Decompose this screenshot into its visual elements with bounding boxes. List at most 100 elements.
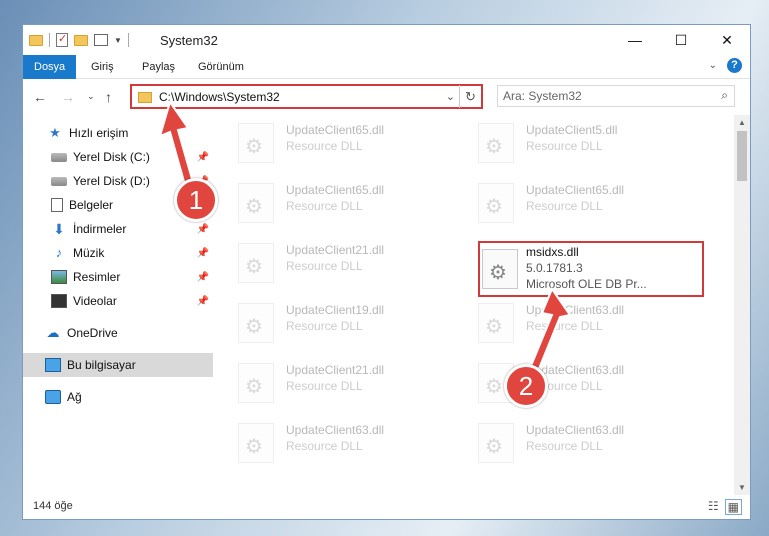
file-item[interactable]: UpdateClient5.dll Resource DLL [454,115,674,173]
dll-file-icon [478,303,514,343]
expand-ribbon-icon[interactable]: ⌄ [709,60,717,71]
document-icon [51,198,63,212]
file-name: UpdateClient65.dll [286,183,385,197]
scroll-thumb[interactable] [737,131,747,181]
sidebar-item-label: Ağ [67,390,82,404]
up-arrow-icon[interactable]: ↑ [105,89,112,105]
file-description: Resource DLL [526,199,603,213]
vertical-scrollbar[interactable]: ▲ ▼ [734,115,750,495]
details-view-icon[interactable]: ☷ [708,499,719,515]
file-item[interactable]: UpdateClient21.dll Resource DLL [214,355,434,413]
file-name: UpdateClient63.dll [286,423,385,437]
file-item[interactable]: UpdateClient19.dll Resource DLL [214,295,434,353]
sidebar-item-network[interactable]: Ağ [23,385,213,409]
tab-giris[interactable]: Giriş [91,55,114,79]
dll-file-icon [238,423,274,463]
dll-file-icon [238,303,274,343]
pin-icon[interactable]: 📌 [197,272,209,283]
scroll-up-icon[interactable]: ▲ [734,118,750,127]
file-item[interactable]: UpdateClient65.dll Resource DLL [454,175,674,233]
dll-file-icon [238,363,274,403]
chevron-down-icon[interactable]: ▼ [114,36,122,45]
file-item[interactable]: UpdateClient63.dll Resource DLL [214,415,434,473]
search-placeholder[interactable]: Ara: System32 [503,89,582,103]
recent-locations-icon[interactable]: ⌄ [87,91,95,102]
sidebar-item-videos[interactable]: Videolar 📌 [23,289,213,313]
chevron-down-icon[interactable]: ⌄ [446,90,455,103]
star-icon: ★ [49,125,61,140]
file-name: msidxs.dll [526,245,579,259]
drive-icon [51,176,67,186]
file-item[interactable]: UpdateClient65.dll Resource DLL [214,175,434,233]
tab-paylas[interactable]: Paylaş [142,55,175,79]
properties-check-icon[interactable] [56,32,68,47]
file-name: UpdateClient19.dll [286,303,385,317]
sidebar-item-label: Resimler [73,270,121,284]
sidebar-item-label: Müzik [73,246,105,260]
refresh-icon[interactable]: ↻ [459,85,481,108]
computer-icon [45,358,61,372]
sidebar-item-onedrive[interactable]: ☁ OneDrive [23,321,213,345]
file-item[interactable]: UpdateClient21.dll Resource DLL [214,235,434,293]
divider [49,33,50,47]
navigation-bar: ← → ⌄ ↑ C:\Windows\System32 ⌄ ↻ Ara: Sys… [23,81,750,113]
tab-gorunum[interactable]: Görünüm [198,55,244,79]
explorer-window: ▼ System32 — ☐ ✕ Dosya Giriş Paylaş Görü… [22,24,751,520]
folder-icon[interactable] [29,34,43,46]
search-box[interactable]: Ara: System32 ⌕ [497,85,735,107]
file-name: UpdateClient63.dll [526,423,625,437]
back-arrow-icon[interactable]: ← [33,89,47,105]
sidebar-item-label: OneDrive [67,326,118,340]
sidebar-item-music[interactable]: ♪ Müzik 📌 [23,241,213,265]
close-button[interactable]: ✕ [704,25,750,55]
item-count: 144 öğe [33,500,73,512]
file-name: UpdateClient65.dll [286,123,385,137]
scroll-down-icon[interactable]: ▼ [734,483,750,492]
pin-icon[interactable]: 📌 [197,296,209,307]
file-version: 5.0.1781.3 [526,261,583,275]
cloud-icon: ☁ [46,325,60,340]
file-description: Resource DLL [286,439,363,453]
file-item[interactable]: UpdateClient63.dll Resource DLL [454,415,674,473]
callout-badge-2: 2 [504,364,548,408]
file-list: UpdateClient65.dll Resource DLL UpdateCl… [214,115,734,495]
sidebar-item-pictures[interactable]: Resimler 📌 [23,265,213,289]
maximize-button[interactable]: ☐ [658,25,704,55]
file-description: Resource DLL [286,259,363,273]
music-icon: ♪ [55,245,63,260]
sidebar-item-label: İndirmeler [73,222,127,236]
sidebar-item-label: Belgeler [69,198,114,212]
network-icon [45,390,61,404]
minimize-button[interactable]: — [612,25,658,55]
status-bar: 144 öğe ☷ ▦ [23,495,750,519]
sidebar-item-downloads[interactable]: ⬇ İndirmeler 📌 [23,217,213,241]
callout-badge-1: 1 [174,178,218,222]
divider [127,33,129,47]
window-title: System32 [160,33,218,48]
file-description: Resource DLL [286,139,363,153]
dll-file-icon [478,123,514,163]
help-icon[interactable]: ? [727,58,742,73]
sidebar-item-this-pc[interactable]: Bu bilgisayar [23,353,213,377]
file-item[interactable]: UpdateClient65.dll Resource DLL [214,115,434,173]
sidebar-item-label: Yerel Disk (D:) [73,174,150,188]
sidebar-item-label: Hızlı erişim [69,126,129,140]
title-bar: ▼ System32 — ☐ ✕ [23,25,750,55]
new-folder-icon[interactable] [74,34,88,46]
tab-dosya[interactable]: Dosya [23,55,77,79]
forward-arrow-icon[interactable]: → [61,89,75,105]
customize-icon[interactable] [94,34,108,46]
pin-icon[interactable]: 📌 [197,224,209,235]
download-icon: ⬇ [53,221,65,237]
pictures-icon [51,270,67,284]
dll-file-icon [238,243,274,283]
pin-icon[interactable]: 📌 [197,248,209,259]
quick-access-toolbar: ▼ [29,31,129,49]
video-icon [51,294,67,308]
ribbon-tabs: Dosya Giriş Paylaş Görünüm ⌄ ? [23,55,750,79]
sidebar-item-label: Bu bilgisayar [67,358,136,372]
search-icon[interactable]: ⌕ [721,88,728,103]
large-icons-view-icon[interactable]: ▦ [724,499,742,515]
sidebar-item-label: Videolar [73,294,117,308]
dll-file-icon [482,249,518,289]
